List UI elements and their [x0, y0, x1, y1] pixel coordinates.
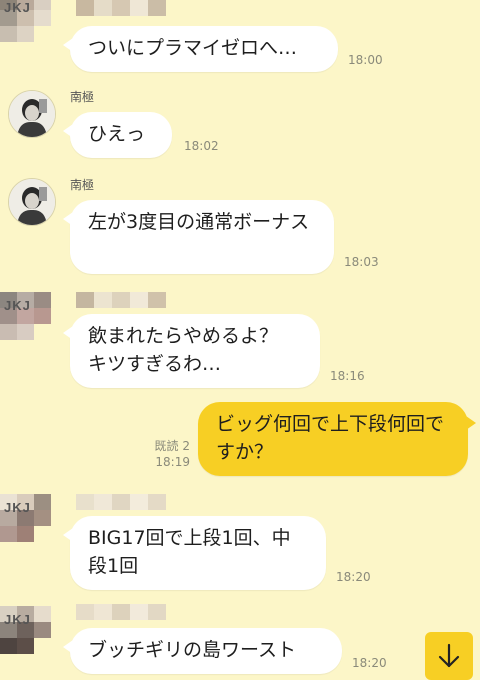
- avatar-label: JKJ: [4, 0, 31, 15]
- message-bubble[interactable]: ついにプラマイゼロへ…: [63, 26, 338, 72]
- message-bubble[interactable]: 飲まれたらやめるよ？ キツすぎるわ…: [63, 314, 320, 388]
- avatar[interactable]: JKJ: [0, 606, 52, 654]
- portrait-image: [9, 91, 55, 137]
- arrow-down-icon: [438, 643, 460, 668]
- read-receipt: 既読 2 18:19: [140, 438, 190, 470]
- message-bubble[interactable]: ひえっ: [63, 112, 172, 158]
- message-time: 18:16: [330, 369, 365, 383]
- message-bubble[interactable]: 左が3度目の通常ボーナス: [63, 200, 334, 274]
- sender-name-blurred: [76, 494, 166, 510]
- sender-name-blurred: [76, 292, 166, 308]
- read-count: 既読 2: [154, 439, 190, 453]
- message-bubble[interactable]: ビッグ何回で上下段何回ですか？: [198, 402, 476, 476]
- portrait-image: [9, 179, 55, 225]
- sender-name-blurred: [76, 604, 166, 620]
- message-time: 18:20: [352, 656, 387, 670]
- message-time: 18:00: [348, 53, 383, 67]
- avatar[interactable]: JKJ: [0, 0, 52, 42]
- avatar-label: JKJ: [4, 298, 31, 313]
- avatar-label: JKJ: [4, 612, 31, 627]
- avatar[interactable]: [8, 178, 56, 226]
- message-time: 18:19: [155, 455, 190, 469]
- scroll-to-bottom-button[interactable]: [425, 632, 473, 680]
- avatar[interactable]: JKJ: [0, 494, 52, 542]
- message-bubble[interactable]: ブッチギリの島ワースト: [63, 628, 342, 674]
- message-bubble[interactable]: BIG17回で上段1回、中段1回: [63, 516, 326, 590]
- avatar[interactable]: JKJ: [0, 292, 52, 340]
- sender-name: 南極: [70, 178, 95, 192]
- avatar[interactable]: [8, 90, 56, 138]
- avatar-label: JKJ: [4, 500, 31, 515]
- message-time: 18:20: [336, 570, 371, 584]
- message-time: 18:03: [344, 255, 379, 269]
- sender-name-blurred: [76, 0, 166, 16]
- sender-name: 南極: [70, 90, 95, 104]
- message-time: 18:02: [184, 139, 219, 153]
